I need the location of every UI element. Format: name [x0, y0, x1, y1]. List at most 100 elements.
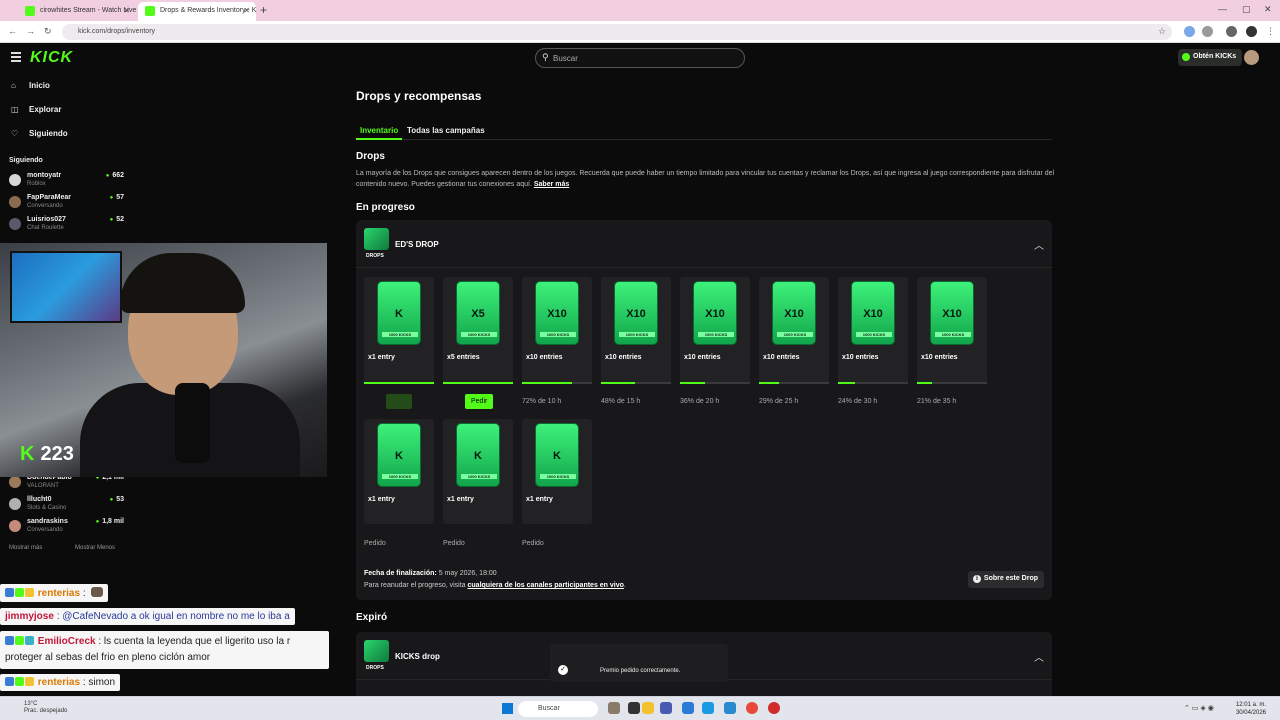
resume-progress-text: Para reanudar el progreso, visita cualqu… — [364, 582, 626, 589]
reward-progress-status: 36% de 20 h — [680, 398, 720, 405]
tab-todas-las-campanas[interactable]: Todas las campañas — [407, 126, 485, 135]
sidebar-item-explorar[interactable]: ◫ Explorar — [11, 105, 61, 114]
file-explorer-icon[interactable] — [642, 702, 654, 714]
reward-progress-status: 29% de 25 h — [759, 398, 799, 405]
toast-message: Premio pedido correctamente. — [600, 668, 681, 674]
bookmark-star-icon[interactable]: ☆ — [1158, 26, 1166, 37]
reward-label: x10 entries — [684, 354, 721, 361]
close-tab-icon[interactable]: ✕ — [243, 6, 250, 15]
weather-widget[interactable]: 13°C Prac. despejado — [24, 701, 67, 715]
claim-button[interactable]: Pedir — [465, 394, 494, 409]
success-toast: ✓ Premio pedido correctamente. — [550, 644, 728, 682]
avatar — [9, 196, 21, 208]
extension-icon[interactable] — [1202, 26, 1213, 37]
new-tab-icon[interactable]: + — [260, 3, 267, 17]
close-window-icon[interactable]: ✕ — [1264, 4, 1272, 15]
reward-tile: X10 1000 KICKS x10 entries — [759, 277, 829, 384]
close-tab-icon[interactable]: ✕ — [123, 6, 130, 15]
heart-icon: ♡ — [11, 129, 19, 138]
reward-progress-status: 24% de 30 h — [838, 398, 878, 405]
claim-button-loading[interactable] — [386, 394, 412, 409]
badge-icon — [15, 677, 24, 686]
extension-icon[interactable] — [1184, 26, 1195, 37]
show-more-link[interactable]: Mostrar más — [9, 545, 42, 551]
campaign-title: KICKS drop — [395, 652, 440, 661]
sidebar-item-siguiendo[interactable]: ♡ Siguiendo — [11, 129, 68, 138]
hamburger-menu-icon[interactable] — [11, 52, 21, 64]
user-avatar[interactable] — [1244, 50, 1259, 65]
viewer-count: 662 — [106, 172, 124, 179]
following-title: Siguiendo — [9, 157, 43, 164]
url-field[interactable]: kick.com/drops/inventory — [62, 24, 1172, 40]
forward-icon[interactable]: → — [26, 26, 35, 36]
windows-start-icon[interactable] — [502, 703, 513, 714]
reward-label: x1 entry — [368, 496, 395, 503]
drops-description-text: La mayoría de los Drops que consigues ap… — [356, 170, 1055, 188]
following-channel[interactable]: lllucht0 Slots & Casino 53 — [9, 496, 124, 516]
expired-heading: Expiró — [356, 612, 388, 623]
profile-icon[interactable] — [1246, 26, 1257, 37]
chevron-up-icon[interactable]: ︿ — [1034, 649, 1044, 664]
tab-inventario[interactable]: Inventario — [360, 126, 398, 135]
kicks-ticket-icon: X10 1000 KICKS — [535, 281, 579, 345]
edge-icon[interactable] — [702, 702, 714, 714]
progress-fill — [759, 382, 780, 384]
following-channel[interactable]: sandraskins Conversando 1,8 mil — [9, 518, 124, 538]
store-icon[interactable] — [724, 702, 736, 714]
ticket-multiplier: X10 — [705, 308, 725, 320]
sidebar-item-inicio[interactable]: ⌂ Inicio — [11, 81, 50, 90]
game-icon — [364, 640, 389, 662]
progress-fill — [522, 382, 573, 384]
chat-message: renterias : — [0, 584, 109, 602]
ticket-multiplier: K — [474, 450, 482, 462]
drops-heading: Drops — [356, 151, 385, 162]
ticket-caption: 1000 KICKS — [777, 332, 813, 337]
browser-tab-drops[interactable]: Drops & Rewards Inventory - K ✕ — [138, 2, 256, 21]
about-drop-button[interactable]: i Sobre este Drop — [967, 571, 1044, 588]
following-channel[interactable]: montoyatr Roblox 662 — [9, 172, 124, 192]
learn-more-link[interactable]: Saber más — [534, 181, 569, 188]
task-view-icon[interactable] — [628, 702, 640, 714]
clock[interactable]: 12:01 a. m. 30/04/2026 — [1236, 701, 1266, 717]
chevron-up-icon[interactable]: ︿ — [1034, 237, 1044, 252]
kicks-ticket-icon: K 1000 KICKS — [456, 423, 500, 487]
system-tray[interactable]: ⌃ ▭ ◈ ◉ — [1184, 704, 1214, 712]
kick-k-icon: K — [20, 443, 35, 465]
campaign-header[interactable]: DROPS ED'S DROP ︿ — [356, 220, 1052, 268]
chrome-icon[interactable] — [746, 702, 758, 714]
following-channel[interactable]: FapParaMear Conversando 57 — [9, 194, 124, 214]
following-channel[interactable]: Luisrios027 Chat Roulette 52 — [9, 216, 124, 236]
following-channel[interactable]: DuendePablo VALORANT 2,1 mil — [9, 474, 124, 494]
back-icon[interactable]: ← — [8, 26, 17, 36]
avatar — [9, 498, 21, 510]
get-kicks-button[interactable]: Obtén KICKs — [1178, 49, 1243, 66]
show-less-link[interactable]: Mostrar Menos — [75, 545, 115, 551]
participating-channels-link[interactable]: cualquiera de los canales participantes … — [468, 582, 624, 589]
reward-label: x1 entry — [368, 354, 395, 361]
kicks-ticket-icon: X10 1000 KICKS — [930, 281, 974, 345]
browser-tab-stream[interactable]: cirowhites Stream - Watch Live ✕ — [18, 2, 136, 21]
maximize-icon[interactable]: ▢ — [1242, 4, 1251, 15]
kick-logo[interactable]: KICK — [30, 49, 73, 67]
search-input[interactable]: ⚲ Buscar — [535, 48, 745, 68]
taskbar-app-icon[interactable] — [682, 702, 694, 714]
overlay-viewer-count: K 223 — [20, 443, 74, 466]
taskbar-app-icon[interactable] — [660, 702, 672, 714]
badge-icon — [25, 636, 34, 645]
taskbar-search[interactable]: Buscar — [518, 701, 598, 717]
reward-label: x10 entries — [842, 354, 879, 361]
taskbar-app-icon[interactable] — [608, 702, 620, 714]
reload-icon[interactable]: ↻ — [44, 26, 52, 37]
reward-tile: X10 1000 KICKS x10 entries — [680, 277, 750, 384]
browser-menu-icon[interactable]: ⋮ — [1266, 26, 1275, 37]
reward-claimed-status: Pedido — [364, 540, 386, 547]
downloads-icon[interactable] — [1226, 26, 1237, 37]
reward-tile: X10 1000 KICKS x10 entries — [522, 277, 592, 384]
resume-text: Para reanudar el progreso, visita — [364, 582, 466, 589]
channel-name: sandraskins — [27, 518, 68, 525]
taskbar-app-icon[interactable] — [768, 702, 780, 714]
channel-category: Conversando — [27, 527, 63, 533]
minimize-icon[interactable]: — — [1218, 4, 1227, 14]
site-header: KICK ⚲ Buscar Obtén KICKs — [0, 43, 1280, 73]
campaign-title: ED'S DROP — [395, 240, 439, 249]
